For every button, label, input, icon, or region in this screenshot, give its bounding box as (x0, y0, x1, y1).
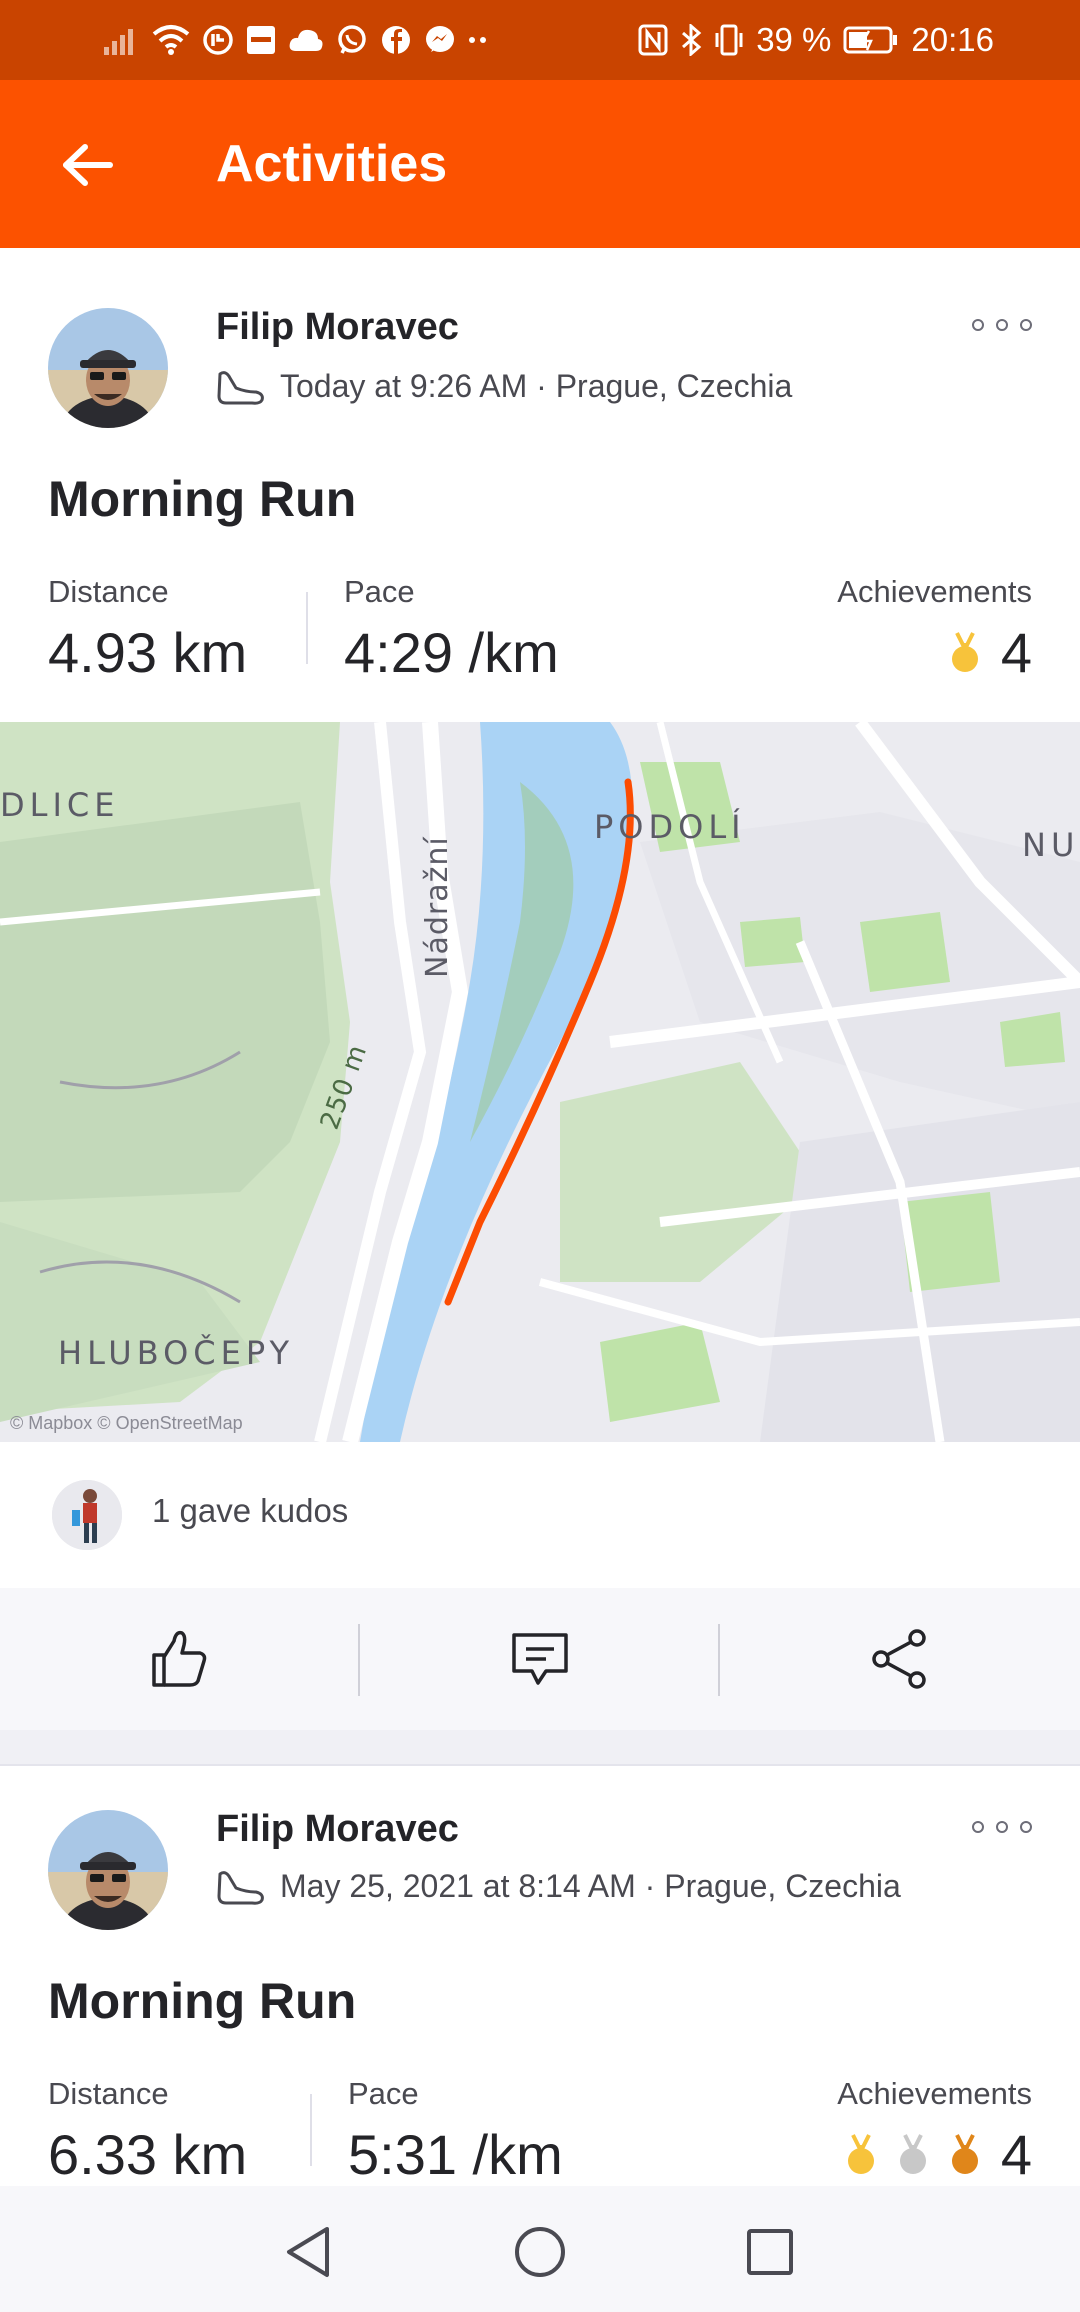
battery-percent: 39 % (756, 21, 832, 58)
more-options-button[interactable] (972, 310, 1032, 340)
distance-value: 4.93 km (48, 621, 248, 684)
dot (996, 1821, 1008, 1833)
athlete-avatar[interactable] (48, 1810, 168, 1930)
distance-value: 6.33 km (48, 2123, 248, 2186)
gold-medal-icon (847, 2133, 874, 2174)
kudos-row[interactable]: 1 gave kudos (0, 1442, 1080, 1588)
system-nav-bar (0, 2186, 1080, 2312)
distance-label: Distance (48, 2076, 169, 2111)
back-triangle-icon (287, 2227, 329, 2277)
kudos-avatar[interactable] (52, 1480, 122, 1550)
achievements-count: 4 (1000, 2123, 1032, 2186)
shoe-icon (217, 1871, 264, 1905)
nav-home-button[interactable] (500, 2212, 580, 2292)
bronze-medal-icon (951, 2133, 978, 2174)
pace-value: 4:29 /km (344, 621, 559, 684)
dot (1020, 1821, 1032, 1833)
comment-icon (512, 1633, 568, 1685)
map-label-nu: NU (1022, 826, 1080, 864)
activity-title[interactable]: Morning Run (48, 1972, 356, 2030)
achievements-label: Achievements (837, 2076, 1032, 2111)
more-options-button[interactable] (972, 1812, 1032, 1842)
home-circle-icon (515, 2227, 565, 2277)
activity-date-location: May 25, 2021 at 8:14 AM · Prague, Czechi… (280, 1867, 901, 1904)
activity-card[interactable]: Filip Moravec May 25, 2021 at 8:14 AM · … (0, 1768, 1080, 2188)
cloud-icon (288, 27, 324, 53)
athlete-avatar[interactable] (48, 308, 168, 428)
gold-medal-icon (951, 631, 978, 672)
kudos-text[interactable]: 1 gave kudos (152, 1492, 348, 1530)
achievements-count: 4 (1000, 621, 1032, 684)
app-notification-icon (202, 24, 234, 56)
map-attribution[interactable]: © Mapbox © OpenStreetMap (10, 1413, 243, 1434)
map-label-dlice: DLICE (0, 786, 120, 824)
messenger-icon (424, 24, 456, 56)
whatsapp-icon (336, 24, 368, 56)
app-bar: Activities (0, 80, 1080, 248)
wifi-icon (152, 24, 190, 56)
dot (972, 319, 984, 331)
nfc-icon (638, 24, 668, 56)
more-notifications-icon (468, 35, 488, 45)
action-bar (0, 1588, 1080, 1730)
distance-label: Distance (48, 574, 169, 609)
achievements: 4 (845, 2122, 1032, 2187)
vibrate-icon (714, 24, 744, 56)
arrow-left-icon (63, 144, 113, 186)
page-title: Activities (216, 135, 448, 193)
achievements-label: Achievements (837, 574, 1032, 609)
dot (972, 1821, 984, 1833)
pace-label: Pace (344, 574, 415, 609)
recents-square-icon (747, 2229, 793, 2275)
comment-button[interactable] (360, 1588, 720, 1730)
battery-icon (843, 25, 899, 55)
map-label-podoli: PODOLÍ (594, 808, 746, 846)
activity-meta: May 25, 2021 at 8:14 AM · Prague, Czechi… (216, 1866, 901, 1906)
silver-medal-icon (899, 2133, 926, 2174)
signal-icon (104, 25, 140, 55)
status-notifications (104, 20, 488, 60)
kudos-icon (152, 1630, 207, 1687)
activity-date-location: Today at 9:26 AM · Prague, Czechia (280, 367, 793, 404)
dot (1020, 319, 1032, 331)
status-system: 39 % 20:16 (638, 20, 994, 60)
pace-label: Pace (348, 2076, 419, 2111)
clock: 20:16 (911, 21, 994, 58)
feed-divider (0, 1730, 1080, 1766)
activity-meta: Today at 9:26 AM · Prague, Czechia (216, 366, 792, 406)
map-label-hlubocepy: HLUBOČEPY (58, 1334, 294, 1372)
athlete-name[interactable]: Filip Moravec (216, 1808, 459, 1851)
activity-card[interactable]: Filip Moravec Today at 9:26 AM · Prague,… (0, 248, 1080, 1760)
back-button[interactable] (52, 130, 122, 200)
map-label-nadrazni: Nádražní (420, 836, 455, 978)
nav-back-button[interactable] (268, 2212, 348, 2292)
nav-recents-button[interactable] (730, 2212, 810, 2292)
stat-divider (310, 2094, 312, 2166)
kudos-button[interactable] (0, 1588, 360, 1730)
facebook-icon (380, 24, 412, 56)
athlete-name[interactable]: Filip Moravec (216, 306, 459, 349)
dot (996, 319, 1008, 331)
share-icon (872, 1629, 926, 1689)
bluetooth-icon (680, 24, 702, 56)
activity-title[interactable]: Morning Run (48, 470, 356, 528)
status-bar: 39 % 20:16 (0, 0, 1080, 80)
pace-value: 5:31 /km (348, 2123, 563, 2186)
shoe-icon (217, 371, 264, 405)
sonos-icon (246, 25, 276, 55)
route-map[interactable]: DLICE PODOLÍ NU Nádražní 250 m HLUBOČEPY… (0, 722, 1080, 1442)
achievements: 4 (949, 620, 1032, 685)
stat-divider (306, 592, 308, 664)
share-button[interactable] (720, 1588, 1080, 1730)
